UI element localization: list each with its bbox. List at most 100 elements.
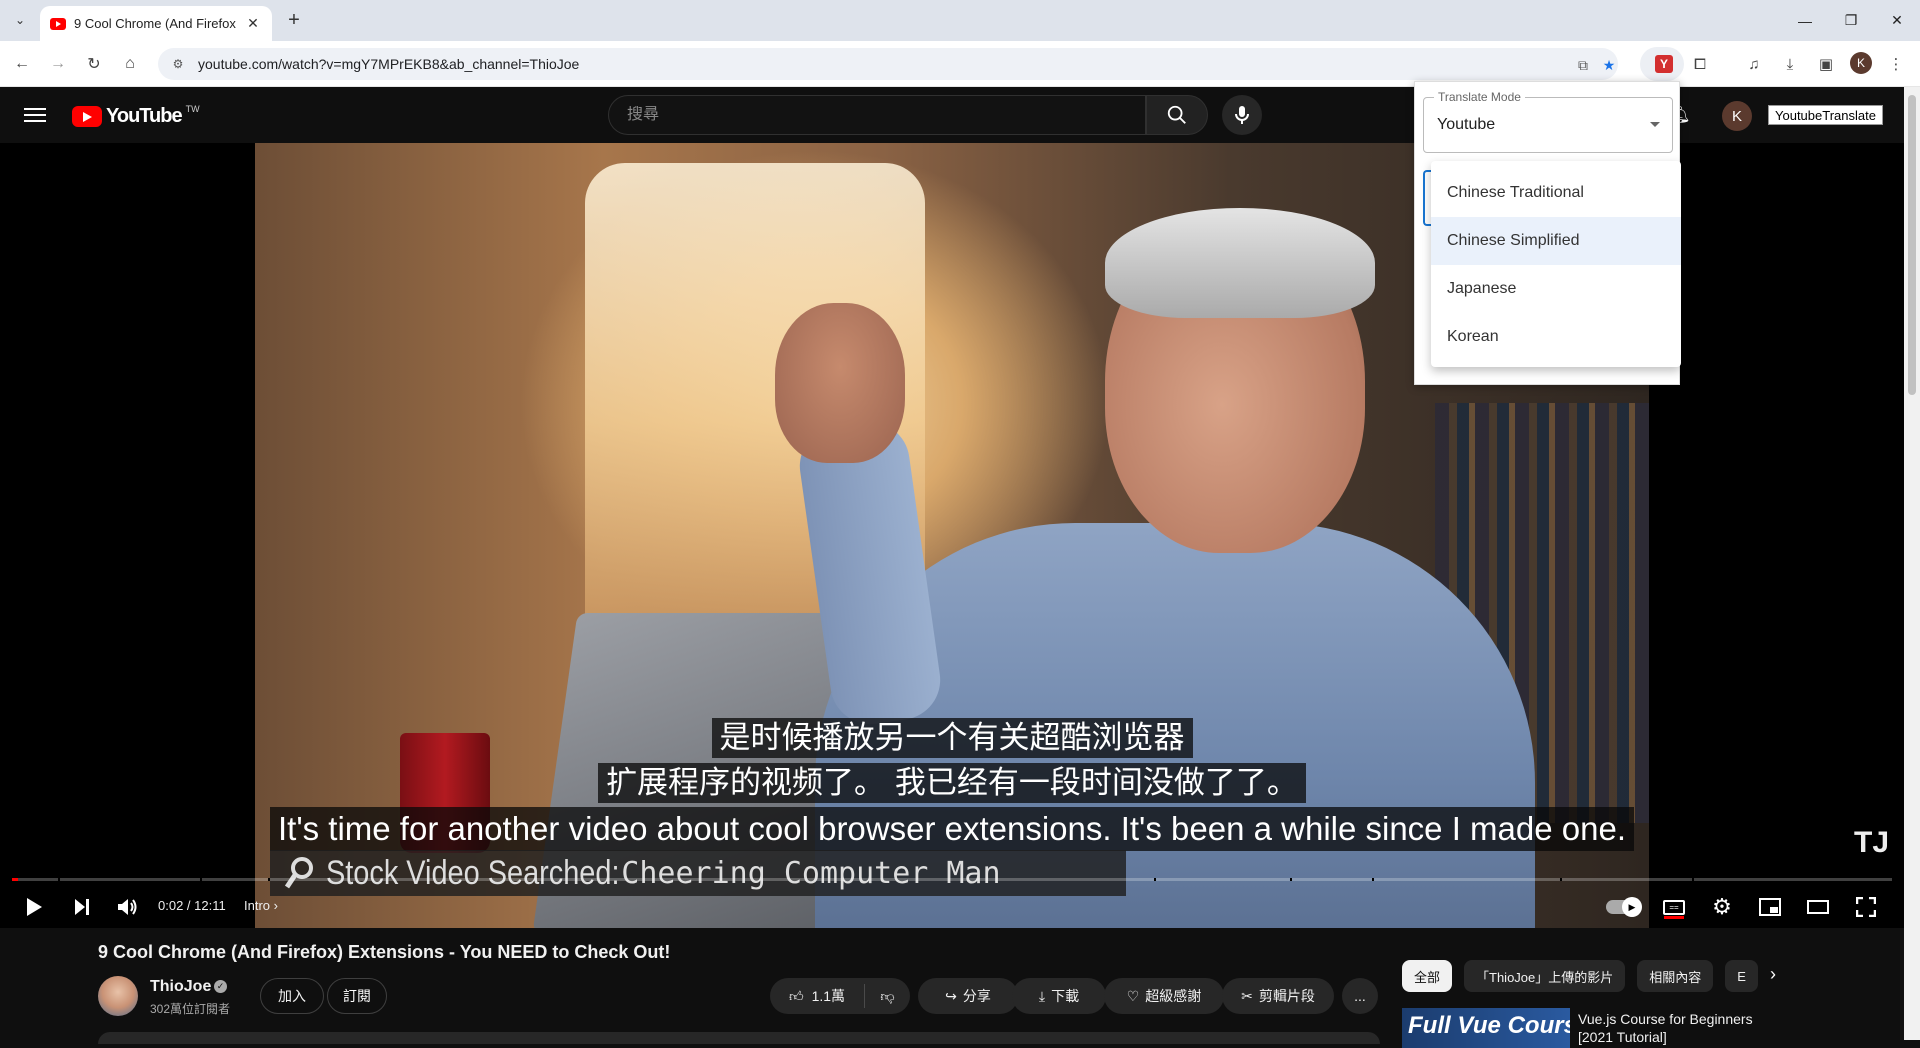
scrollbar-thumb[interactable] xyxy=(1908,95,1916,395)
back-icon[interactable]: ← xyxy=(10,52,34,76)
youtube-logo-text: YouTube xyxy=(106,105,183,127)
share-button[interactable]: ↪ 分享 xyxy=(918,978,1018,1014)
media-control-icon[interactable]: ♫ xyxy=(1742,52,1766,76)
language-option[interactable]: Chinese Simplified xyxy=(1431,217,1681,265)
tab-title: 9 Cool Chrome (And Firefox) E xyxy=(74,16,236,31)
theater-mode-button[interactable] xyxy=(1802,891,1834,923)
channel-watermark[interactable]: TJ xyxy=(1854,826,1889,860)
related-chips: 全部 「ThioJoe」上傳的影片 相關內容 E xyxy=(1402,960,1758,992)
language-select[interactable] xyxy=(1423,170,1431,226)
video-title: 9 Cool Chrome (And Firefox) Extensions -… xyxy=(98,942,671,962)
theater-icon xyxy=(1807,900,1829,914)
super-thanks-label: 超級感謝 xyxy=(1145,988,1202,1004)
language-option[interactable]: Korean xyxy=(1431,313,1681,361)
youtube-translate-extension-icon[interactable]: Y xyxy=(1652,52,1676,76)
restore-icon[interactable]: ❐ xyxy=(1828,0,1874,41)
minimize-icon[interactable]: — xyxy=(1782,0,1828,41)
download-arrow-icon: ⤓ xyxy=(1038,987,1046,1004)
youtube-translate-tag[interactable]: YoutubeTranslate xyxy=(1768,105,1883,125)
language-dropdown-menu: Chinese Traditional Chinese Simplified Jap… xyxy=(1431,161,1681,367)
cast-icon[interactable]: ⧉ xyxy=(1572,54,1594,76)
subtitles-button[interactable]: == xyxy=(1658,891,1690,923)
window-close-icon[interactable]: ✕ xyxy=(1874,0,1920,41)
address-bar[interactable]: ⚙ youtube.com/watch?v=mgY7MPrEKB8&ab_cha… xyxy=(158,48,1618,80)
volume-icon xyxy=(118,899,137,915)
chip-3[interactable]: E xyxy=(1725,960,1758,992)
translate-extension-popup: Translate Mode Youtube Chinese Tradition… xyxy=(1414,81,1681,385)
download-button[interactable]: ⤓ 下載 xyxy=(1012,978,1106,1014)
extensions-puzzle-icon[interactable]: ⧠ xyxy=(1688,52,1712,76)
settings-button[interactable]: ⚙ xyxy=(1706,891,1738,923)
join-button[interactable]: 加入 xyxy=(260,978,324,1014)
reload-icon[interactable]: ↻ xyxy=(82,52,106,76)
scissors-icon: ✂ xyxy=(1241,987,1253,1004)
recommended-thumbnail[interactable]: Full Vue Course xyxy=(1402,1008,1570,1048)
description-box[interactable] xyxy=(98,1032,1380,1044)
chip-2[interactable]: 相關內容 xyxy=(1637,960,1714,992)
chapter-title[interactable]: Intro › xyxy=(244,898,278,913)
tab-close-icon[interactable]: ✕ xyxy=(244,15,262,32)
captions-icon: == xyxy=(1663,899,1685,915)
more-actions-button[interactable]: ... xyxy=(1342,978,1378,1014)
forward-icon[interactable]: → xyxy=(46,52,70,76)
share-icon: ↪ xyxy=(945,987,957,1004)
translate-mode-select[interactable]: Translate Mode Youtube xyxy=(1423,90,1673,153)
chip-0[interactable]: 全部 xyxy=(1402,960,1453,992)
voice-search-button[interactable] xyxy=(1222,95,1262,135)
new-tab-button[interactable]: + xyxy=(282,8,306,32)
autoplay-toggle[interactable] xyxy=(1606,897,1642,917)
clip-button[interactable]: ✂ 剪輯片段 xyxy=(1222,978,1334,1014)
youtube-account-avatar[interactable]: K xyxy=(1722,101,1752,131)
translate-mode-value: Youtube xyxy=(1437,116,1496,133)
youtube-logo[interactable]: YouTube TW xyxy=(72,104,200,128)
browser-menu-icon[interactable]: ⋮ xyxy=(1884,52,1908,76)
gear-icon: ⚙ xyxy=(1712,894,1732,919)
tab-search-icon[interactable]: ⌄ xyxy=(8,8,32,32)
more-label: ... xyxy=(1354,988,1366,1004)
miniplayer-button[interactable] xyxy=(1754,891,1786,923)
subscribe-label: 訂閱 xyxy=(343,988,371,1004)
page-scrollbar[interactable] xyxy=(1904,87,1920,1040)
play-button[interactable] xyxy=(18,891,50,923)
video-details: 9 Cool Chrome (And Firefox) Extensions -… xyxy=(0,928,1904,1048)
hamburger-menu-icon[interactable] xyxy=(24,104,46,126)
browser-tab-active[interactable]: 9 Cool Chrome (And Firefox) E ✕ xyxy=(40,6,272,41)
url-text[interactable]: youtube.com/watch?v=mgY7MPrEKB8&ab_chann… xyxy=(198,56,579,72)
recommended-title[interactable]: Vue.js Course for Beginners [2021 Tutori… xyxy=(1578,1010,1758,1046)
next-video-button[interactable] xyxy=(66,891,98,923)
play-icon xyxy=(27,898,42,916)
profile-avatar[interactable]: K xyxy=(1850,52,1872,74)
heart-dollar-icon: ♡ xyxy=(1126,987,1140,1004)
thumbs-down-icon: 👎︎ xyxy=(880,987,895,1004)
clip-label: 剪輯片段 xyxy=(1258,988,1315,1004)
like-button[interactable]: 👍︎ 1.1萬 xyxy=(770,984,865,1008)
progress-bar[interactable] xyxy=(12,878,1892,881)
fullscreen-button[interactable] xyxy=(1850,891,1882,923)
chip-1[interactable]: 「ThioJoe」上傳的影片 xyxy=(1464,960,1626,992)
join-label: 加入 xyxy=(278,988,306,1004)
side-panel-icon[interactable]: ▣ xyxy=(1814,52,1838,76)
dislike-button[interactable]: 👎︎ xyxy=(865,988,910,1005)
chapter-label: Intro xyxy=(244,898,271,913)
super-thanks-button[interactable]: ♡ 超級感謝 xyxy=(1104,978,1224,1014)
download-icon[interactable]: ⤓ xyxy=(1778,52,1802,76)
dropdown-caret-icon xyxy=(1650,122,1660,127)
site-info-icon[interactable]: ⚙ xyxy=(170,56,186,72)
channel-avatar[interactable] xyxy=(98,976,138,1016)
bookmark-star-icon[interactable]: ★ xyxy=(1598,54,1620,76)
channel-name[interactable]: ThioJoe xyxy=(150,978,211,996)
verified-badge-icon: ✓ xyxy=(214,980,227,993)
language-option[interactable]: Chinese Traditional xyxy=(1431,169,1681,217)
subtitle-english: It's time for another video about cool b… xyxy=(269,807,1634,851)
home-icon[interactable]: ⌂ xyxy=(118,52,142,76)
like-dislike-bar: 👍︎ 1.1萬 👎︎ xyxy=(770,978,910,1014)
translate-mode-legend: Translate Mode xyxy=(1434,90,1525,104)
subscribe-button[interactable]: 訂閱 xyxy=(327,978,387,1014)
chips-next-icon[interactable]: › xyxy=(1770,964,1776,985)
language-option[interactable]: Japanese xyxy=(1431,265,1681,313)
thumbs-up-icon: 👍︎ xyxy=(788,987,804,1004)
search-box[interactable] xyxy=(608,95,1146,135)
search-input[interactable] xyxy=(627,106,1145,124)
search-button[interactable] xyxy=(1146,95,1208,135)
volume-button[interactable] xyxy=(112,891,144,923)
